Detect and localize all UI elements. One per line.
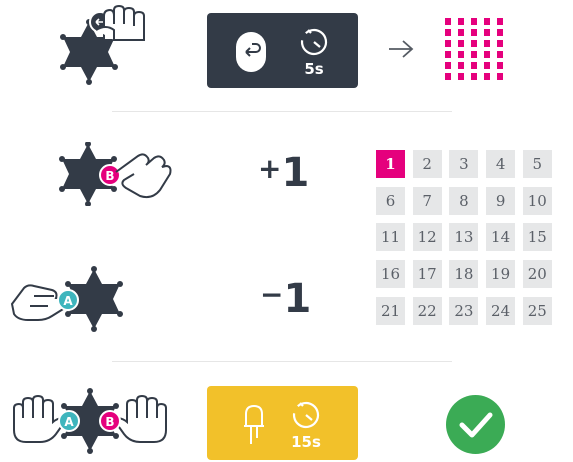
plus-sign: + [258, 152, 282, 185]
led-dot [471, 29, 477, 36]
led-dot [458, 51, 464, 58]
a-button-label: A [63, 294, 73, 308]
led-dot [458, 40, 464, 47]
led-dot [484, 62, 490, 69]
led-dot [445, 62, 451, 69]
increment-label: +1 [258, 150, 309, 196]
led-dot [484, 29, 490, 36]
timer-duration: 5s [304, 60, 324, 78]
led-dot [497, 62, 503, 69]
timer-duration: 15s [291, 433, 321, 451]
grid-cell-1: 1 [376, 150, 405, 178]
led-dot [497, 29, 503, 36]
timer-icon [290, 398, 322, 430]
led-dot [445, 51, 451, 58]
led-dot [484, 40, 490, 47]
led-dot [484, 51, 490, 58]
led-dot [471, 40, 477, 47]
led-dot [484, 18, 490, 25]
grid-cell-24: 24 [486, 296, 516, 325]
grid-cell-7: 7 [412, 186, 442, 215]
grid-cell-14: 14 [486, 223, 516, 252]
led-dot [471, 62, 477, 69]
grid-cell-11: 11 [376, 223, 405, 252]
led-dot [497, 18, 503, 25]
checkmark-icon [446, 395, 505, 454]
decrement-value: 1 [283, 276, 312, 322]
grid-cell-17: 17 [412, 260, 442, 289]
grid-cell-21: 21 [376, 296, 405, 325]
led-dot [458, 62, 464, 69]
grid-cell-23: 23 [449, 296, 479, 325]
led-dot [445, 73, 451, 80]
a-button-label: A [64, 415, 74, 429]
grid-cell-13: 13 [449, 223, 479, 252]
led-dot [497, 40, 503, 47]
b-button-label: B [105, 169, 114, 183]
led-dot [458, 29, 464, 36]
grid-cell-22: 22 [412, 296, 442, 325]
grid-cell-16: 16 [376, 260, 405, 289]
divider [112, 361, 452, 362]
led-dot [445, 29, 451, 36]
led-matrix-icon [444, 17, 508, 81]
reset-button-icon [235, 31, 267, 73]
led-dot [445, 40, 451, 47]
led-dot [471, 18, 477, 25]
increment-value: 1 [281, 150, 310, 196]
decrement-label: −1 [260, 276, 311, 322]
hands-pressing-a-and-b-buttons-icon: A B [12, 388, 168, 454]
grid-cell-10: 10 [522, 186, 552, 215]
timer-icon [298, 25, 330, 57]
grid-cell-19: 19 [486, 260, 516, 289]
grid-cell-5: 5 [522, 150, 552, 178]
arrow-right-icon [388, 38, 414, 60]
hold-reset-panel: 5s [207, 13, 358, 88]
led-dot [484, 73, 490, 80]
grid-cell-20: 20 [522, 260, 552, 289]
led-dot [458, 18, 464, 25]
grid-cell-12: 12 [412, 223, 442, 252]
divider [112, 111, 452, 112]
minus-sign: − [260, 278, 284, 311]
led-dot [458, 73, 464, 80]
led-icon [243, 404, 265, 446]
led-dot [471, 73, 477, 80]
grid-cell-2: 2 [412, 150, 442, 178]
led-dot [497, 51, 503, 58]
grid-cell-3: 3 [449, 150, 479, 178]
number-grid: 1 2 3 4 5 6 7 8 9 10 11 12 13 14 15 16 17 18 19 20 21 22 23 24 2… [376, 150, 552, 325]
hand-pressing-b-button-icon: B [54, 142, 174, 206]
grid-cell-4: 4 [486, 150, 516, 178]
grid-cell-8: 8 [449, 186, 479, 215]
confirm-panel: 15s [207, 386, 358, 460]
led-dot [445, 18, 451, 25]
grid-cell-18: 18 [449, 260, 479, 289]
led-dot [471, 51, 477, 58]
led-dot [497, 73, 503, 80]
grid-cell-15: 15 [522, 223, 552, 252]
hand-pressing-reset-button-icon [52, 4, 162, 86]
grid-cell-25: 25 [522, 296, 552, 325]
grid-cell-6: 6 [376, 186, 405, 215]
b-button-label: B [105, 415, 114, 429]
hand-pressing-a-button-icon: A [8, 266, 124, 332]
grid-cell-9: 9 [486, 186, 516, 215]
